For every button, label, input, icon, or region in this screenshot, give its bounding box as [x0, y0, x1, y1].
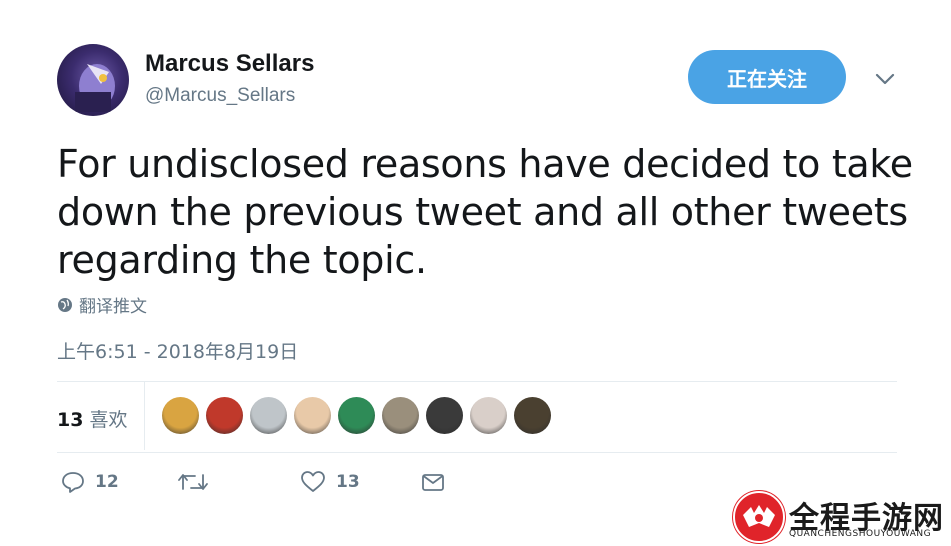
author-handle[interactable]: @Marcus_Sellars: [145, 85, 295, 107]
like-button[interactable]: 13: [300, 470, 360, 494]
reply-count: 12: [95, 472, 119, 492]
heart-icon: [301, 471, 325, 492]
divider: [57, 381, 897, 382]
liker-avatar[interactable]: [162, 397, 199, 434]
watermark-logo: [733, 491, 785, 543]
translate-label: 翻译推文: [79, 297, 147, 317]
globe-icon: [58, 297, 72, 312]
like-count: 13: [336, 472, 360, 492]
liker-avatar[interactable]: [470, 397, 507, 434]
likers-avatars: [162, 397, 551, 434]
avatar[interactable]: [57, 44, 129, 116]
liker-avatar[interactable]: [514, 397, 551, 434]
following-button[interactable]: 正在关注: [688, 50, 846, 104]
retweet-button[interactable]: [177, 470, 219, 494]
watermark-subtitle: QUANCHENGSHOUYOUWANG: [789, 529, 932, 539]
reply-button[interactable]: 12: [61, 470, 119, 494]
retweet-icon: [178, 474, 208, 490]
liker-avatar[interactable]: [382, 397, 419, 434]
divider: [57, 452, 897, 453]
liker-avatar[interactable]: [426, 397, 463, 434]
chevron-down-icon[interactable]: [874, 68, 896, 90]
bat-logo-icon: [743, 505, 775, 527]
likes-count: 13: [57, 409, 84, 431]
liker-avatar[interactable]: [294, 397, 331, 434]
avatar-image: [75, 64, 115, 112]
site-watermark: 全程手游网 QUANCHENGSHOUYOUWANG: [733, 489, 948, 544]
likes-stat[interactable]: 13 喜欢: [57, 405, 127, 432]
divider: [144, 382, 145, 450]
author-name[interactable]: Marcus Sellars: [145, 50, 314, 78]
tweet-timestamp[interactable]: 上午6:51 - 2018年8月19日: [57, 337, 298, 364]
reply-icon: [62, 472, 84, 493]
translate-tweet-link[interactable]: 翻译推文: [57, 292, 147, 317]
tweet-text: For undisclosed reasons have decided to …: [57, 142, 913, 282]
liker-avatar[interactable]: [250, 397, 287, 434]
liker-avatar[interactable]: [206, 397, 243, 434]
direct-message-button[interactable]: [421, 470, 445, 494]
liker-avatar[interactable]: [338, 397, 375, 434]
likes-label: 喜欢: [89, 409, 128, 431]
envelope-icon: [422, 474, 444, 491]
